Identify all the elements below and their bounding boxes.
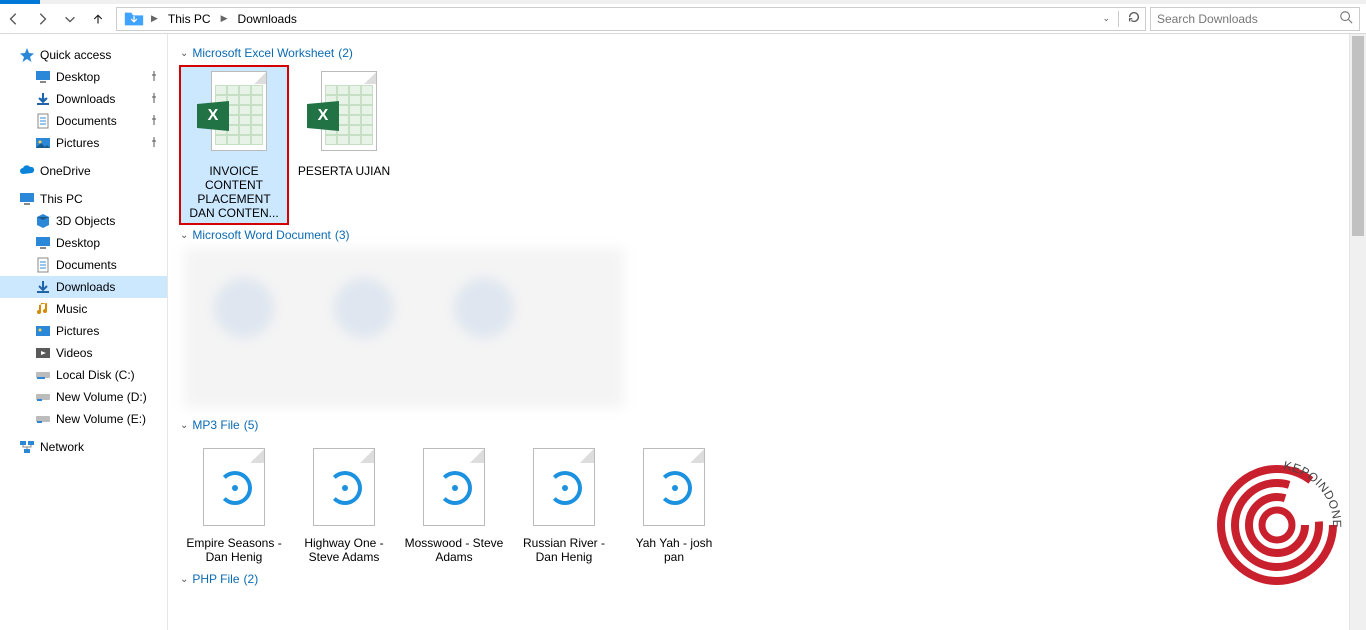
quick-access-icon bbox=[18, 46, 36, 64]
network-icon bbox=[18, 438, 36, 456]
mp3-file-icon bbox=[525, 442, 603, 532]
sidebar-network[interactable]: Network bbox=[0, 436, 167, 458]
disk-icon bbox=[34, 366, 52, 384]
forward-button[interactable] bbox=[28, 5, 56, 33]
sidebar-item-documents[interactable]: Documents bbox=[0, 254, 167, 276]
pictures-icon bbox=[34, 134, 52, 152]
documents-icon bbox=[34, 256, 52, 274]
file-label: Empire Seasons - Dan Henig bbox=[184, 536, 284, 564]
excel-file-icon: X bbox=[305, 70, 383, 160]
excel-file-icon: X bbox=[195, 70, 273, 160]
search-placeholder: Search Downloads bbox=[1157, 12, 1258, 26]
word-files-blurred bbox=[184, 248, 624, 408]
sidebar-item-3d-objects[interactable]: 3D Objects bbox=[0, 210, 167, 232]
search-input[interactable]: Search Downloads bbox=[1150, 7, 1360, 31]
back-button[interactable] bbox=[0, 5, 28, 33]
desktop-icon bbox=[34, 68, 52, 86]
chevron-down-icon: ⌄ bbox=[180, 420, 188, 431]
file-label: Mosswood - Steve Adams bbox=[404, 536, 504, 564]
file-label: Yah Yah - josh pan bbox=[624, 536, 724, 564]
sidebar-onedrive[interactable]: OneDrive bbox=[0, 160, 167, 182]
breadcrumb-separator-icon: ▶ bbox=[151, 13, 158, 24]
sidebar-item-new-volume-e[interactable]: New Volume (E:) bbox=[0, 408, 167, 430]
chevron-down-icon: ⌄ bbox=[180, 574, 188, 585]
file-item-mp3[interactable]: Highway One - Steve Adams bbox=[290, 438, 398, 568]
downloads-icon bbox=[34, 90, 52, 108]
chevron-down-icon: ⌄ bbox=[180, 48, 188, 59]
sidebar-item-documents[interactable]: Documents bbox=[0, 110, 167, 132]
downloads-icon bbox=[34, 278, 52, 296]
file-content-pane: ⌄ Microsoft Excel Worksheet (2) X INVOIC… bbox=[168, 34, 1366, 630]
file-item-invoice[interactable]: X INVOICE CONTENT PLACEMENT DAN CONTEN..… bbox=[180, 66, 288, 224]
up-button[interactable] bbox=[84, 5, 112, 33]
sidebar-item-local-disk-c[interactable]: Local Disk (C:) bbox=[0, 364, 167, 386]
file-label: PESERTA UJIAN bbox=[298, 164, 390, 178]
chevron-down-icon: ⌄ bbox=[180, 230, 188, 241]
this-pc-icon bbox=[18, 190, 36, 208]
file-label: Highway One - Steve Adams bbox=[294, 536, 394, 564]
pictures-icon bbox=[34, 322, 52, 340]
sidebar-item-new-volume-d[interactable]: New Volume (D:) bbox=[0, 386, 167, 408]
sidebar-item-pictures[interactable]: Pictures bbox=[0, 320, 167, 342]
vertical-scrollbar[interactable] bbox=[1349, 34, 1366, 630]
mp3-file-icon bbox=[195, 442, 273, 532]
pin-icon bbox=[149, 92, 159, 106]
disk-icon bbox=[34, 388, 52, 406]
sidebar-this-pc[interactable]: This PC bbox=[0, 188, 167, 210]
mp3-file-icon bbox=[415, 442, 493, 532]
file-item-mp3[interactable]: Empire Seasons - Dan Henig bbox=[180, 438, 288, 568]
pin-icon bbox=[149, 70, 159, 84]
pin-icon bbox=[149, 114, 159, 128]
sidebar-item-pictures[interactable]: Pictures bbox=[0, 132, 167, 154]
mp3-file-icon bbox=[305, 442, 383, 532]
group-header-php[interactable]: ⌄ PHP File (2) bbox=[180, 572, 1366, 586]
file-label: INVOICE CONTENT PLACEMENT DAN CONTEN... bbox=[184, 164, 284, 220]
file-label: Russian River - Dan Henig bbox=[514, 536, 614, 564]
pin-icon bbox=[149, 136, 159, 150]
onedrive-icon bbox=[18, 162, 36, 180]
search-icon bbox=[1339, 10, 1353, 27]
downloads-folder-icon bbox=[123, 8, 145, 30]
sidebar-item-music[interactable]: Music bbox=[0, 298, 167, 320]
sidebar-item-desktop[interactable]: Desktop bbox=[0, 66, 167, 88]
sidebar-item-videos[interactable]: Videos bbox=[0, 342, 167, 364]
breadcrumb[interactable]: ▶ This PC ▶ Downloads ⌄ bbox=[116, 7, 1146, 31]
videos-icon bbox=[34, 344, 52, 362]
breadcrumb-segment-thispc[interactable]: This PC bbox=[164, 10, 215, 28]
disk-icon bbox=[34, 410, 52, 428]
sidebar-quick-access[interactable]: Quick access bbox=[0, 44, 167, 66]
desktop-icon bbox=[34, 234, 52, 252]
sidebar-item-desktop[interactable]: Desktop bbox=[0, 232, 167, 254]
group-header-word[interactable]: ⌄ Microsoft Word Document (3) bbox=[180, 228, 1366, 242]
refresh-button[interactable] bbox=[1127, 10, 1141, 27]
sidebar-item-downloads[interactable]: Downloads bbox=[0, 276, 167, 298]
path-dropdown-icon[interactable]: ⌄ bbox=[1102, 13, 1110, 24]
recent-dropdown[interactable] bbox=[56, 5, 84, 33]
sidebar-item-downloads[interactable]: Downloads bbox=[0, 88, 167, 110]
documents-icon bbox=[34, 112, 52, 130]
file-item-mp3[interactable]: Mosswood - Steve Adams bbox=[400, 438, 508, 568]
group-header-excel[interactable]: ⌄ Microsoft Excel Worksheet (2) bbox=[180, 46, 1366, 60]
music-icon bbox=[34, 300, 52, 318]
file-item-mp3[interactable]: Yah Yah - josh pan bbox=[620, 438, 728, 568]
3d-objects-icon bbox=[34, 212, 52, 230]
address-bar: ▶ This PC ▶ Downloads ⌄ Search Downloads bbox=[0, 4, 1366, 34]
breadcrumb-separator-icon: ▶ bbox=[221, 13, 228, 24]
mp3-file-icon bbox=[635, 442, 713, 532]
file-item-peserta-ujian[interactable]: X PESERTA UJIAN bbox=[290, 66, 398, 224]
file-item-mp3[interactable]: Russian River - Dan Henig bbox=[510, 438, 618, 568]
group-header-mp3[interactable]: ⌄ MP3 File (5) bbox=[180, 418, 1366, 432]
breadcrumb-segment-downloads[interactable]: Downloads bbox=[234, 10, 301, 28]
navigation-sidebar: Quick access Desktop Downloads Documents… bbox=[0, 34, 168, 630]
